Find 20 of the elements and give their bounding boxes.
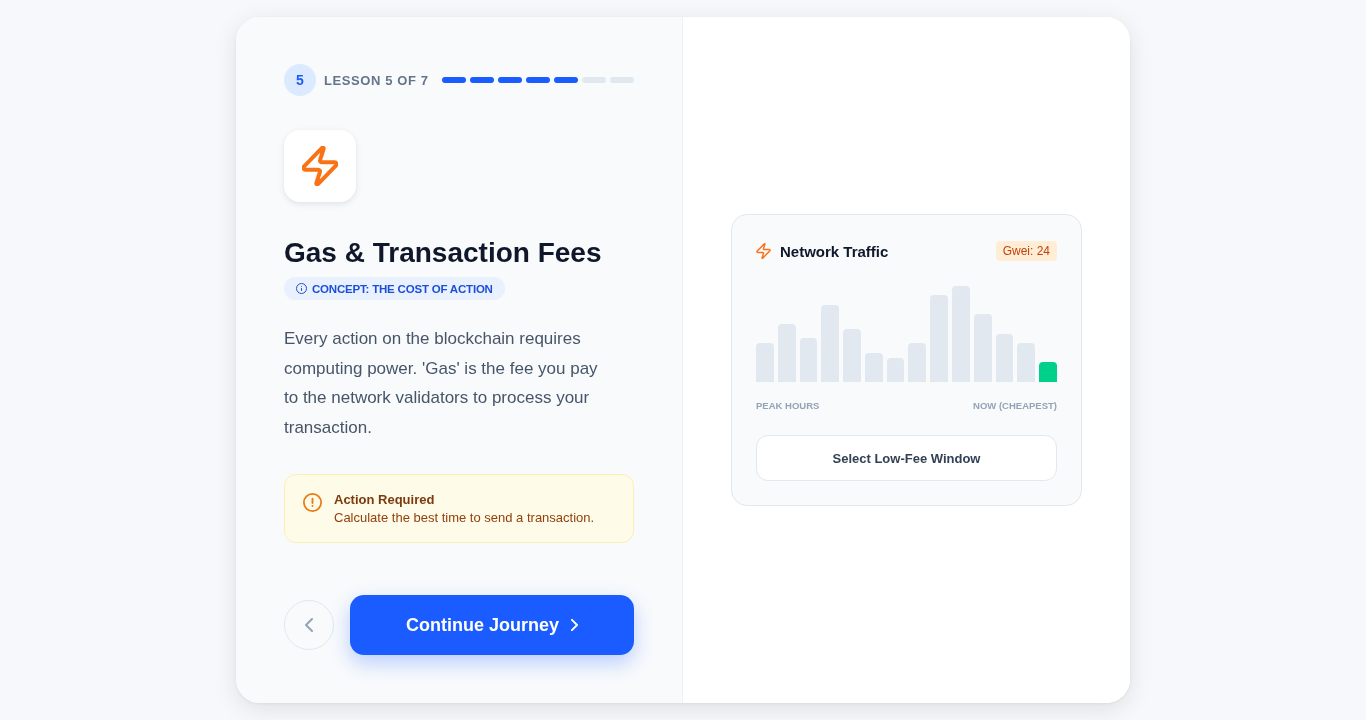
chevron-right-icon [571,619,578,631]
lesson-title: Gas & Transaction Fees [284,236,602,270]
alert-message: Calculate the best time to send a transaction. [334,510,595,525]
alert-icon [303,493,322,512]
bolt-icon [756,243,771,259]
back-button[interactable] [284,600,334,650]
traffic-title: Network Traffic [780,242,889,260]
alert-title: Action Required [334,492,436,507]
chart-end-label: NOW (CHEAPEST) [973,400,1057,411]
select-window-button[interactable]: Select Low-Fee Window [756,435,1057,481]
continue-button[interactable]: Continue Journey [350,595,634,655]
lesson-label: LESSON 5 OF 7 [324,72,429,88]
chevron-left-icon [305,618,313,632]
lesson-description: Every action on the blockchain requires computing power. 'Gas' is the fee you pay to the network validators to process your transaction. [284,328,599,439]
info-icon [296,283,307,294]
concept-label: CONCEPT: THE COST OF ACTION [312,282,493,295]
bolt-icon [302,146,338,186]
gwei-badge: Gwei: 24 [995,241,1057,261]
lesson-number: 5 [284,64,316,96]
chart-start-label: PEAK HOURS [756,400,820,411]
